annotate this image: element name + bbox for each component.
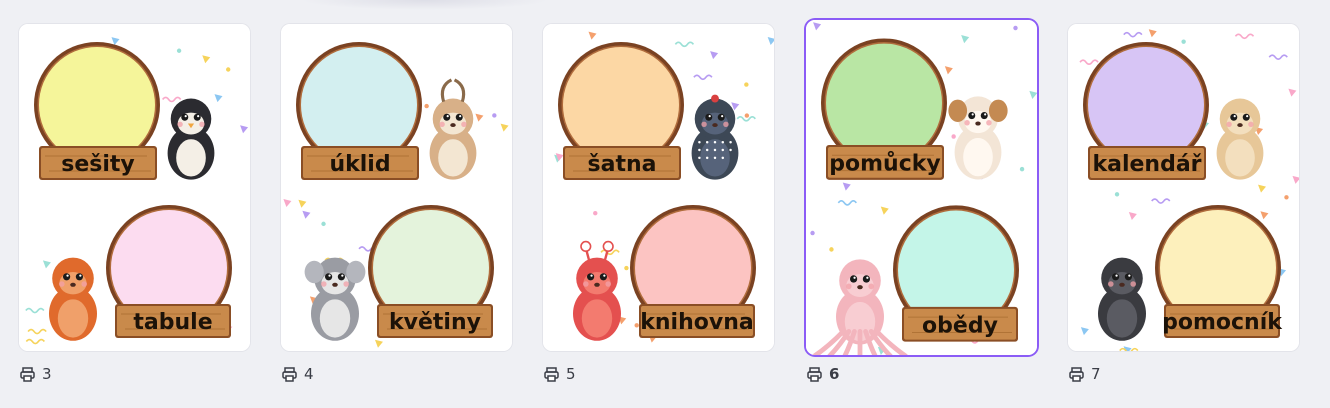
circle-fill <box>301 47 417 163</box>
page-preview: pomůcky obědy <box>806 20 1037 355</box>
confetti-dot <box>634 323 639 328</box>
sign-label: knihovna <box>640 310 753 335</box>
page-preview: šatna knihovna <box>543 24 774 351</box>
confetti-dot <box>424 103 429 109</box>
label-sign: pomůcky <box>826 144 944 180</box>
gorilla-icon <box>1098 257 1146 341</box>
page-thumbnail-4[interactable]: úklid květiny <box>281 24 512 351</box>
confetti-dot <box>951 134 956 139</box>
page-footer: 3 <box>19 364 52 384</box>
confetti-dot <box>321 221 326 227</box>
confetti-dot <box>810 230 815 236</box>
page-footer: 6 <box>806 364 839 384</box>
confetti-dot <box>226 67 231 72</box>
printer-icon <box>1068 366 1085 383</box>
label-sign: tabule <box>115 304 231 338</box>
circle-fill <box>1088 47 1204 163</box>
page-footer: 7 <box>1068 364 1101 384</box>
confetti-dot <box>593 210 598 216</box>
confetti-dot <box>744 82 749 87</box>
confetti-dot <box>624 265 629 271</box>
sign-label: pomocník <box>1162 310 1283 335</box>
page-preview: sešity tabule <box>19 24 250 351</box>
page-footer: 4 <box>281 364 314 384</box>
page-thumbnails: sešity tabule 3 úklid květiny 4 šatna knihovn… <box>0 0 1330 408</box>
confetti-dot <box>1013 25 1018 31</box>
sign-label: úklid <box>329 152 390 177</box>
penguin-icon <box>167 98 215 180</box>
sign-label: tabule <box>133 310 212 335</box>
page-thumbnail-5[interactable]: šatna knihovna <box>543 24 774 351</box>
printer-icon <box>806 366 823 383</box>
confetti-dot <box>176 48 182 53</box>
label-sign: obědy <box>902 306 1018 342</box>
orangutan-icon <box>49 257 97 341</box>
confetti-dot <box>829 247 834 252</box>
page-number: 7 <box>1091 365 1101 383</box>
page-thumbnail-7[interactable]: kalendář pomocník <box>1068 24 1299 351</box>
confetti-dot <box>744 113 750 118</box>
sign-label: květiny <box>389 310 481 335</box>
printer-icon <box>543 366 560 383</box>
page-number: 6 <box>829 365 840 383</box>
page-preview: kalendář pomocník <box>1068 24 1299 351</box>
label-sign: knihovna <box>639 304 755 338</box>
guineafowl-icon <box>691 94 739 180</box>
printer-icon <box>281 366 298 383</box>
page-thumbnail-6[interactable]: pomůcky obědy <box>806 20 1037 355</box>
circle-fill <box>39 47 155 163</box>
page-footer: 5 <box>543 364 576 384</box>
label-sign: šatna <box>563 146 681 180</box>
sign-label: kalendář <box>1092 152 1201 177</box>
label-sign: sešity <box>39 146 157 180</box>
sign-label: pomůcky <box>829 149 941 176</box>
camel-icon <box>1216 98 1264 180</box>
sign-label: obědy <box>922 312 998 338</box>
page-thumbnail-3[interactable]: sešity tabule <box>19 24 250 351</box>
printer-icon <box>19 366 36 383</box>
confetti-dot <box>1284 195 1289 200</box>
confetti-dot <box>1019 166 1025 172</box>
sign-label: šatna <box>588 152 657 177</box>
page-number: 5 <box>566 365 576 383</box>
label-sign: květiny <box>377 304 493 338</box>
page-preview: úklid květiny <box>281 24 512 351</box>
sign-label: sešity <box>61 152 135 177</box>
scroll-shadow <box>300 0 550 10</box>
label-sign: úklid <box>301 146 419 180</box>
confetti-dot <box>1114 192 1120 197</box>
circle-fill <box>563 47 679 163</box>
label-sign: kalendář <box>1088 146 1206 180</box>
confetti-dot <box>492 113 497 118</box>
page-number: 4 <box>304 365 314 383</box>
page-number: 3 <box>42 365 52 383</box>
circle-fill <box>826 43 942 163</box>
label-sign: pomocník <box>1162 304 1283 338</box>
confetti-dot <box>1181 39 1186 44</box>
